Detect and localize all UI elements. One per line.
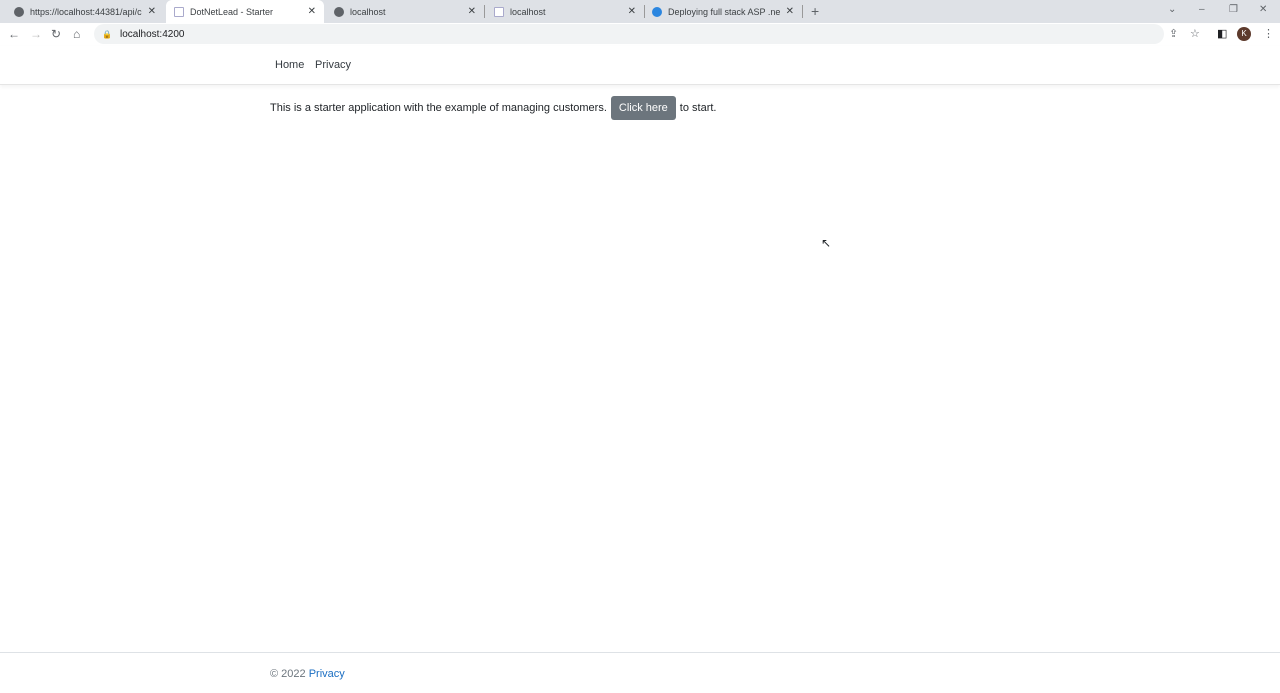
minimize-button[interactable]: – (1199, 4, 1205, 15)
globe-icon (14, 6, 24, 17)
tab-separator (484, 5, 485, 18)
nav-privacy-link[interactable]: Privacy (315, 59, 351, 71)
tab-strip: https://localhost:44381/api/custo ✕ DotNe… (0, 0, 1280, 23)
home-icon[interactable]: ⌂ (73, 27, 80, 41)
tab-search-icon[interactable]: ⌄ (1168, 4, 1176, 15)
reload-icon[interactable]: ↻ (51, 27, 61, 41)
menu-kebab-icon[interactable]: ⋮ (1263, 27, 1274, 40)
tab-localhost-1[interactable]: localhost ✕ (326, 0, 484, 23)
close-tab-icon[interactable]: ✕ (628, 6, 636, 17)
tab-title: Deploying full stack ASP .net cor (668, 6, 780, 17)
nav-home-link[interactable]: Home (275, 59, 304, 71)
side-panel-icon[interactable]: ◧ (1217, 27, 1227, 40)
new-tab-button[interactable]: + (811, 3, 819, 19)
browser-toolbar: ← → ↻ ⌂ 🔒 localhost:4200 ⇪ ☆ ◧ K ⋮ (0, 23, 1280, 46)
tab-localhost-2[interactable]: localhost ✕ (486, 0, 644, 23)
intro-after: to start. (679, 102, 717, 114)
tab-title: DotNetLead - Starter (190, 6, 274, 17)
dotnet-icon (652, 6, 662, 17)
close-tab-icon[interactable]: ✕ (468, 6, 476, 17)
address-bar[interactable]: 🔒 localhost:4200 (94, 24, 1164, 44)
tab-dotnetlead[interactable]: DotNetLead - Starter ✕ (166, 0, 324, 23)
restore-button[interactable]: ❐ (1229, 4, 1238, 15)
close-tab-icon[interactable]: ✕ (786, 6, 794, 17)
tab-separator (802, 5, 803, 18)
footer: © 2022 Privacy (0, 652, 1280, 693)
lock-icon: 🔒 (102, 29, 112, 39)
tab-deploying[interactable]: Deploying full stack ASP .net cor ✕ (644, 0, 802, 23)
close-tab-icon[interactable]: ✕ (148, 6, 156, 17)
bookmark-star-icon[interactable]: ☆ (1190, 27, 1200, 40)
intro-text: This is a starter application with the e… (270, 96, 716, 120)
forward-icon[interactable]: → (30, 27, 42, 41)
tab-api[interactable]: https://localhost:44381/api/custo ✕ (6, 0, 164, 23)
profile-avatar[interactable]: K (1237, 27, 1251, 41)
tab-title: localhost (350, 6, 386, 17)
back-icon[interactable]: ← (8, 27, 20, 41)
document-icon (494, 6, 504, 17)
site-navbar: Home Privacy (0, 46, 1280, 85)
tab-title: https://localhost:44381/api/custo (30, 6, 142, 17)
footer-privacy-link[interactable]: Privacy (309, 668, 345, 680)
close-window-button[interactable]: ✕ (1259, 4, 1267, 15)
copyright: © 2022 (270, 668, 306, 680)
tab-title: localhost (510, 6, 546, 17)
mouse-cursor-icon: ↖ (821, 236, 832, 250)
intro-before: This is a starter application with the e… (270, 102, 607, 114)
click-here-button[interactable]: Click here (610, 96, 676, 120)
close-tab-icon[interactable]: ✕ (308, 6, 316, 17)
address-text: localhost:4200 (119, 28, 185, 40)
document-icon (174, 6, 184, 17)
globe-icon (334, 6, 344, 17)
share-icon[interactable]: ⇪ (1169, 27, 1178, 40)
